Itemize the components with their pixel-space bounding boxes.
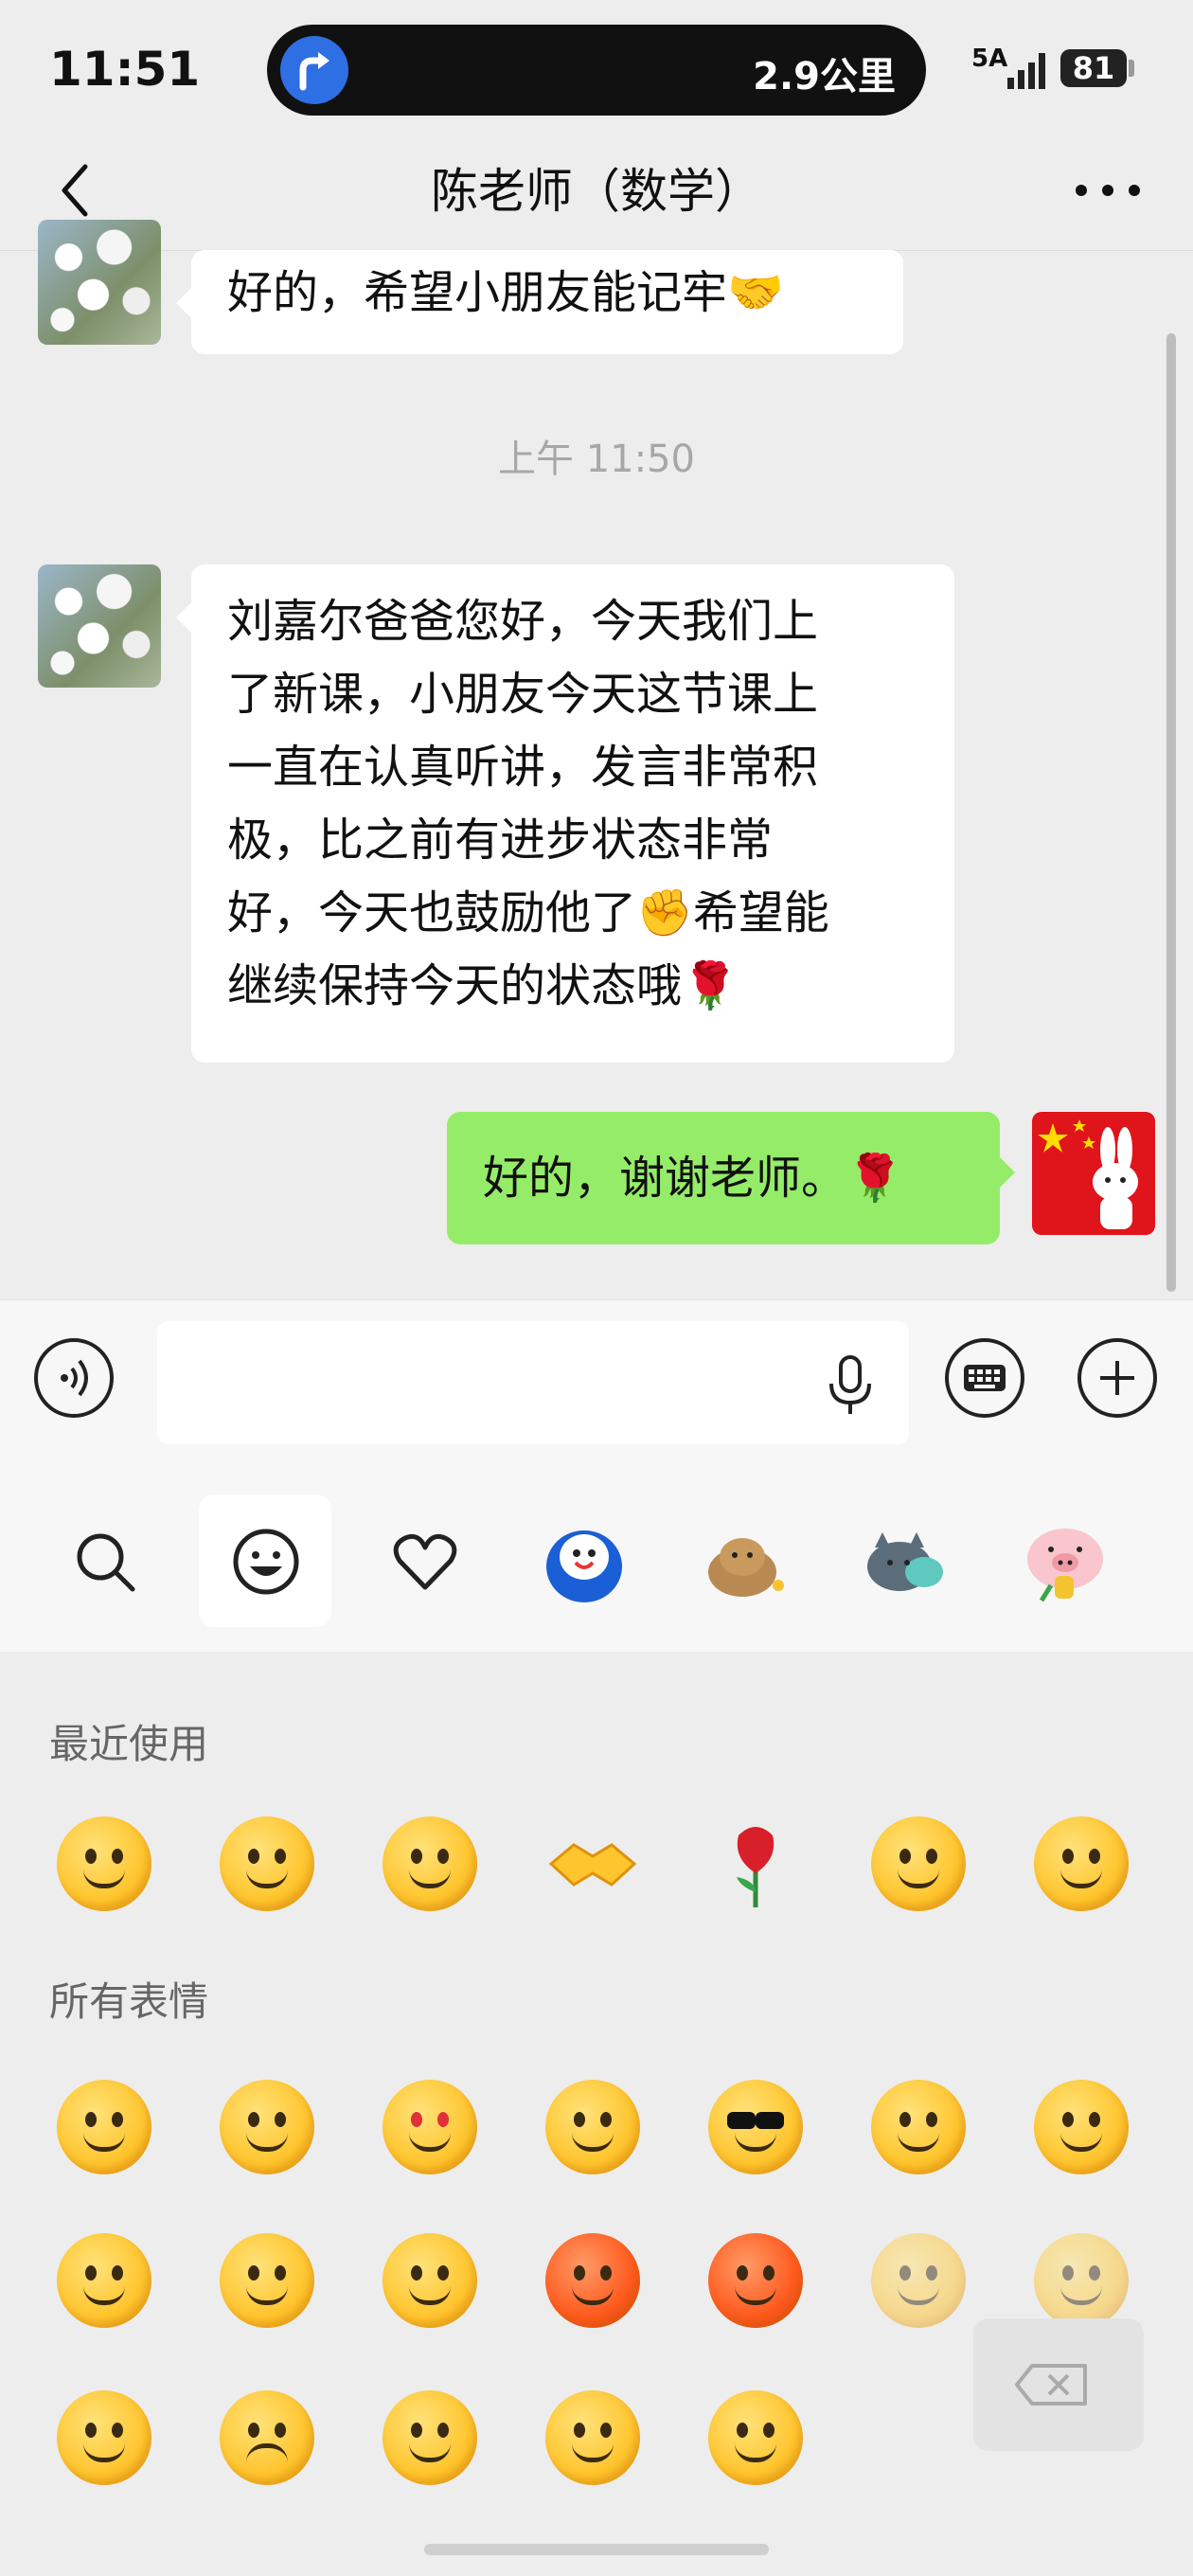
smile-emoji[interactable] bbox=[57, 2080, 151, 2174]
sleepy-emoji[interactable] bbox=[220, 2233, 314, 2328]
sticker-pack-tab[interactable] bbox=[837, 1494, 970, 1627]
delete-button[interactable] bbox=[973, 2318, 1144, 2451]
chat-scrollbar[interactable] bbox=[1166, 333, 1176, 1292]
plus-icon bbox=[1100, 1361, 1134, 1395]
rose-emoji[interactable] bbox=[708, 1816, 803, 1911]
grin-emoji[interactable] bbox=[1034, 2233, 1129, 2328]
grin-emoji[interactable] bbox=[383, 1816, 477, 1911]
handshake-emoji[interactable] bbox=[545, 1816, 640, 1911]
recent-emoji-title: 最近使用 bbox=[49, 1721, 209, 1767]
sticker-cat bbox=[867, 1532, 943, 1591]
signal-icon bbox=[1007, 53, 1045, 89]
emoji-face-icon bbox=[233, 1529, 299, 1595]
scream-emoji[interactable] bbox=[545, 2390, 640, 2485]
status-bar: 11:51 2.9公里 5A 81 bbox=[0, 0, 1193, 133]
stare-emoji[interactable] bbox=[545, 2080, 640, 2174]
heart-icon bbox=[393, 1533, 457, 1590]
keyboard-icon bbox=[964, 1365, 1006, 1391]
search-icon bbox=[77, 1533, 135, 1592]
star-rabbit-avatar-icon bbox=[1038, 1119, 1138, 1229]
smile-emoji[interactable] bbox=[871, 1816, 966, 1911]
recent-emoji-row bbox=[57, 1816, 1155, 1921]
more-options-icon[interactable] bbox=[1070, 167, 1146, 214]
facepalm-emoji[interactable] bbox=[57, 1816, 151, 1911]
message-line: 了新课，小朋友今天这节课上 bbox=[227, 668, 819, 721]
crying-emoji[interactable] bbox=[871, 2080, 966, 2174]
blush-emoji[interactable] bbox=[383, 2390, 477, 2485]
sticker-pack-tab[interactable] bbox=[998, 1494, 1131, 1627]
awkward-emoji[interactable] bbox=[220, 2080, 314, 2174]
drool-emoji[interactable] bbox=[708, 2390, 803, 2485]
microphone-icon[interactable] bbox=[824, 1355, 877, 1418]
home-indicator[interactable] bbox=[424, 2544, 769, 2555]
chat-header: 陈老师（数学） bbox=[0, 133, 1193, 251]
favorites-tab[interactable] bbox=[358, 1494, 490, 1627]
message-line: 继续保持今天的状态哦🌹 bbox=[227, 959, 739, 1012]
cool-emoji[interactable] bbox=[708, 2080, 803, 2174]
voice-waves-icon bbox=[61, 1359, 88, 1397]
sticker-cat-photo bbox=[708, 1538, 784, 1597]
message-text: 好的，希望小朋友能记牢🤝 bbox=[227, 266, 784, 319]
voice-toggle-button[interactable] bbox=[34, 1338, 114, 1418]
angry-emoji[interactable] bbox=[708, 2233, 803, 2328]
embarrassed-emoji[interactable] bbox=[545, 2233, 640, 2328]
emoji-grid-row bbox=[57, 2080, 1155, 2184]
sticker-pack-tab[interactable] bbox=[517, 1494, 650, 1627]
tearful-emoji[interactable] bbox=[383, 2233, 477, 2328]
message-line: 极，比之前有进步状态非常 bbox=[227, 814, 774, 867]
frown-emoji[interactable] bbox=[220, 2390, 314, 2485]
input-bar bbox=[0, 1299, 1193, 1452]
network-label: 5A bbox=[971, 45, 1008, 73]
more-features-button[interactable] bbox=[1077, 1338, 1157, 1418]
surprised-emoji[interactable] bbox=[57, 2390, 151, 2485]
shy-emoji[interactable] bbox=[1034, 2080, 1129, 2174]
page-title: 陈老师（数学） bbox=[431, 164, 762, 219]
message-line: 好，今天也鼓励他了✊希望能 bbox=[227, 886, 829, 939]
clock: 11:51 bbox=[49, 42, 201, 97]
all-emoji-title: 所有表情 bbox=[49, 1978, 209, 2025]
dynamic-island-navigation[interactable]: 2.9公里 bbox=[267, 25, 926, 116]
my-avatar[interactable] bbox=[1032, 1112, 1155, 1235]
nav-distance: 2.9公里 bbox=[753, 55, 896, 98]
teacher-avatar[interactable] bbox=[38, 220, 161, 345]
message-timestamp: 上午 11:50 bbox=[498, 438, 695, 481]
heart-eyes-emoji[interactable] bbox=[383, 2080, 477, 2174]
keyboard-toggle-button[interactable] bbox=[945, 1338, 1024, 1418]
shut-mouth-emoji[interactable] bbox=[57, 2233, 151, 2328]
tongue-wink-emoji[interactable] bbox=[871, 2233, 966, 2328]
message-bubble[interactable]: 好的，谢谢老师。🌹 bbox=[447, 1112, 1015, 1244]
battery-level: 81 bbox=[1060, 49, 1127, 87]
tears-of-joy-emoji[interactable] bbox=[220, 1816, 314, 1911]
message-input[interactable] bbox=[157, 1321, 909, 1444]
sticker-blue-character bbox=[546, 1530, 622, 1602]
message-line: 一直在认真听讲，发言非常积 bbox=[227, 741, 819, 794]
laugh-emoji[interactable] bbox=[1034, 1816, 1129, 1911]
emoji-face-tab[interactable] bbox=[199, 1494, 331, 1627]
sticker-pig bbox=[1027, 1529, 1103, 1602]
teacher-avatar[interactable] bbox=[38, 564, 161, 688]
message-line: 刘嘉尔爸爸您好，今天我们上 bbox=[227, 595, 819, 648]
backspace-icon bbox=[1015, 2364, 1087, 2406]
battery-icon bbox=[1129, 60, 1134, 77]
emoji-tab-bar bbox=[0, 1451, 1193, 1653]
sticker-pack-tab[interactable] bbox=[678, 1494, 810, 1627]
message-bubble[interactable]: 刘嘉尔爸爸您好，今天我们上 了新课，小朋友今天这节课上 一直在认真听讲，发言非常… bbox=[176, 564, 954, 1063]
emoji-search-tab[interactable] bbox=[38, 1494, 170, 1627]
turn-right-arrow-icon bbox=[280, 36, 348, 104]
message-text: 好的，谢谢老师。🌹 bbox=[483, 1152, 903, 1205]
message-bubble[interactable]: 好的，希望小朋友能记牢🤝 bbox=[176, 250, 903, 354]
